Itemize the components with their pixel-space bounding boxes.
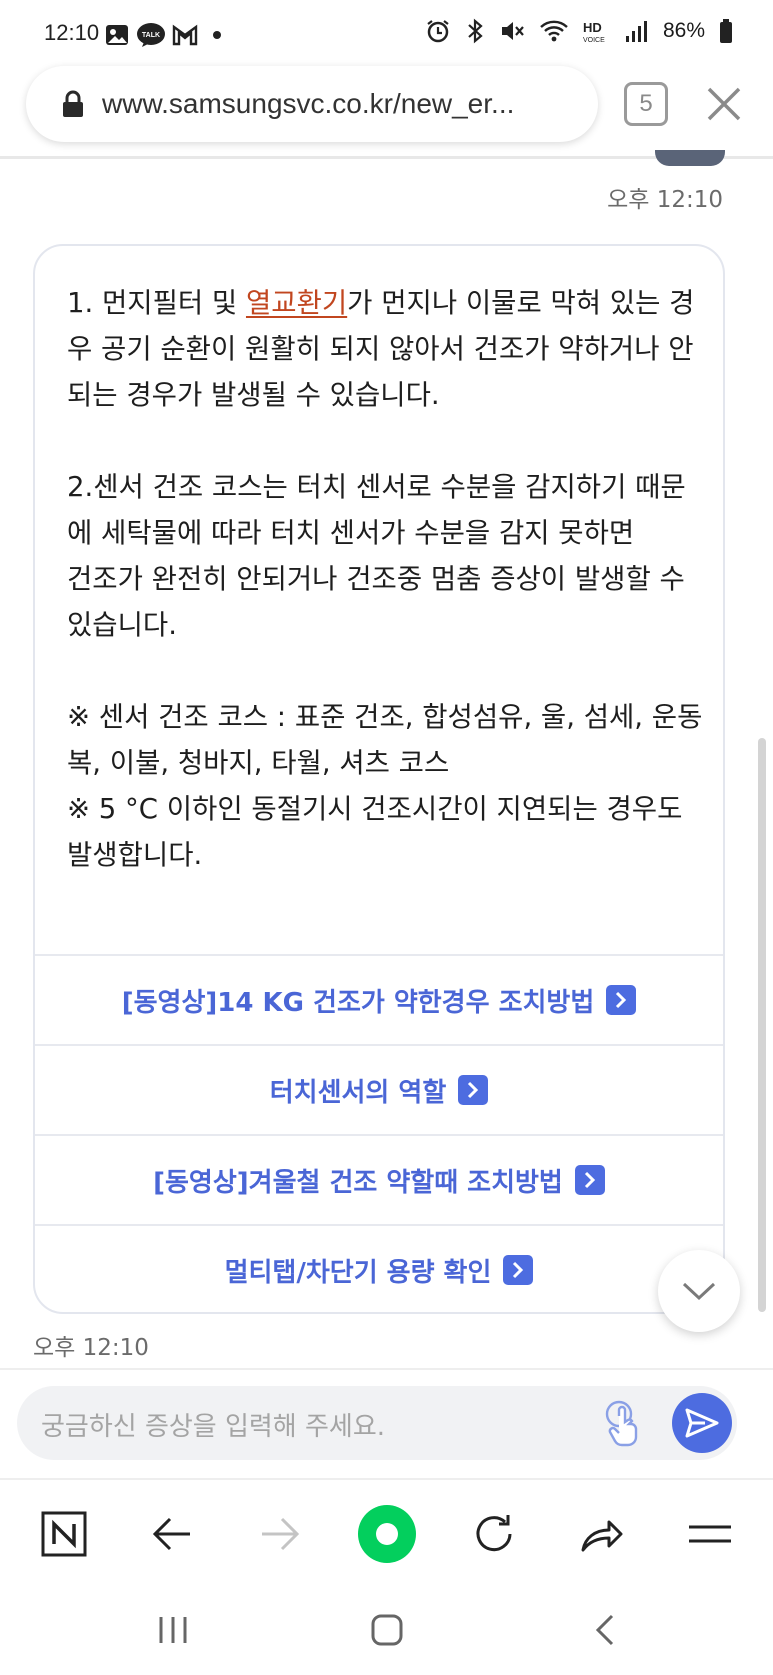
naver-n-icon — [41, 1511, 87, 1557]
green-dot-button[interactable] — [355, 1502, 419, 1566]
input-placeholder: 궁금하신 증상을 입력해 주세요. — [41, 1412, 386, 1442]
heat-exchanger-link[interactable]: 열교환기 — [246, 287, 347, 319]
close-icon[interactable] — [704, 84, 744, 124]
chevron-left-icon — [595, 1614, 614, 1646]
wifi-icon — [540, 20, 568, 42]
tab-count-button[interactable]: 5 — [624, 82, 668, 126]
forward-button[interactable] — [248, 1502, 312, 1566]
touch-icon[interactable] — [597, 1394, 655, 1452]
battery-icon — [720, 19, 732, 43]
answer-paragraph-1: 1. 먼지필터 및 열교환기가 먼지나 이물로 막혀 있는 경우 공기 순환이 … — [67, 287, 695, 411]
quick-link-label: [동영상]겨울철 건조 약할때 조치방법 — [153, 1167, 563, 1198]
refresh-button[interactable] — [462, 1502, 526, 1566]
svg-text:VOICE: VOICE — [583, 37, 605, 44]
quick-link-label: 터치센서의 역할 — [269, 1077, 447, 1108]
previous-message-bubble — [655, 150, 725, 166]
browser-toolbar — [0, 1478, 773, 1586]
hd-voice-icon: HD VOICE — [583, 20, 605, 44]
quick-link-label: [동영상]14 KG 건조가 약한경우 조치방법 — [121, 987, 595, 1018]
dot-icon — [213, 31, 221, 39]
answer-paragraph-3: ※ 센서 건조 코스 : 표준 건조, 합성섬유, 울, 섬세, 운동복, 이불… — [67, 701, 703, 871]
quick-link-item[interactable]: [동영상]겨울철 건조 약할때 조치방법 — [35, 1134, 723, 1224]
chevron-right-icon — [574, 1165, 605, 1195]
answer-card: 1. 먼지필터 및 열교환기가 먼지나 이물로 막혀 있는 경우 공기 순환이 … — [33, 244, 725, 1314]
quick-link-item[interactable]: 터치센서의 역할 — [35, 1044, 723, 1134]
scrollbar[interactable] — [758, 738, 766, 1312]
mute-icon — [501, 22, 524, 40]
battery-percent: 86% — [662, 19, 705, 42]
url-text[interactable]: www.samsungsvc.co.kr/new_er... — [102, 88, 572, 120]
arrow-left-icon — [152, 1517, 190, 1551]
chevron-right-icon — [503, 1255, 534, 1285]
input-divider — [0, 1368, 773, 1370]
home-icon — [371, 1614, 403, 1646]
address-bar[interactable]: www.samsungsvc.co.kr/new_er... — [26, 66, 598, 142]
quick-link-item[interactable]: [동영상]14 KG 건조가 약한경우 조치방법 — [35, 954, 723, 1044]
chevron-right-icon — [458, 1075, 489, 1105]
status-time: 12:10 — [44, 20, 100, 45]
quick-link-list: [동영상]14 KG 건조가 약한경우 조치방법 터치센서의 역할 [동영상]겨… — [35, 954, 723, 1312]
chevron-down-icon — [682, 1282, 716, 1301]
back-button[interactable] — [140, 1502, 204, 1566]
answer-paragraph-2: 2.센서 건조 코스는 터치 센서로 수분을 감지하기 때문에 세탁물에 따라 … — [67, 471, 686, 641]
menu-button[interactable] — [678, 1502, 742, 1566]
recents-button[interactable] — [148, 1610, 198, 1650]
message-timestamp: 오후 12:10 — [607, 187, 723, 213]
svg-text:TALK: TALK — [142, 32, 160, 39]
lock-icon — [63, 90, 83, 117]
quick-link-label: 멀티탭/차단기 용량 확인 — [224, 1257, 492, 1288]
green-dot-icon — [358, 1505, 416, 1563]
quick-link-item[interactable]: 멀티탭/차단기 용량 확인 — [35, 1224, 723, 1312]
send-icon — [685, 1408, 719, 1438]
gallery-icon — [106, 25, 128, 45]
gmail-icon — [172, 24, 198, 46]
menu-icon — [689, 1525, 731, 1543]
chevron-right-icon — [606, 985, 637, 1015]
refresh-icon — [476, 1515, 512, 1552]
status-bar: 12:10 TALK HD VOICE 86% — [0, 0, 773, 66]
recents-icon — [159, 1617, 187, 1643]
talk-icon: TALK — [137, 23, 165, 47]
send-button[interactable] — [672, 1393, 732, 1453]
symptom-input[interactable]: 궁금하신 증상을 입력해 주세요. — [17, 1386, 737, 1460]
naver-home-button[interactable] — [32, 1502, 96, 1566]
system-back-button[interactable] — [580, 1610, 630, 1650]
svg-text:HD: HD — [583, 20, 602, 35]
share-icon — [581, 1520, 623, 1552]
message-timestamp: 오후 12:10 — [33, 1335, 149, 1361]
signal-icon — [625, 21, 647, 42]
arrow-right-icon — [262, 1517, 300, 1551]
home-button[interactable] — [362, 1610, 412, 1650]
bluetooth-icon — [468, 18, 483, 44]
share-button[interactable] — [570, 1502, 634, 1566]
alarm-icon — [427, 20, 449, 43]
system-navigation — [0, 1586, 773, 1675]
scroll-down-button[interactable] — [658, 1250, 740, 1332]
answer-text: 1. 먼지필터 및 열교환기가 먼지나 이물로 막혀 있는 경우 공기 순환이 … — [67, 280, 707, 878]
